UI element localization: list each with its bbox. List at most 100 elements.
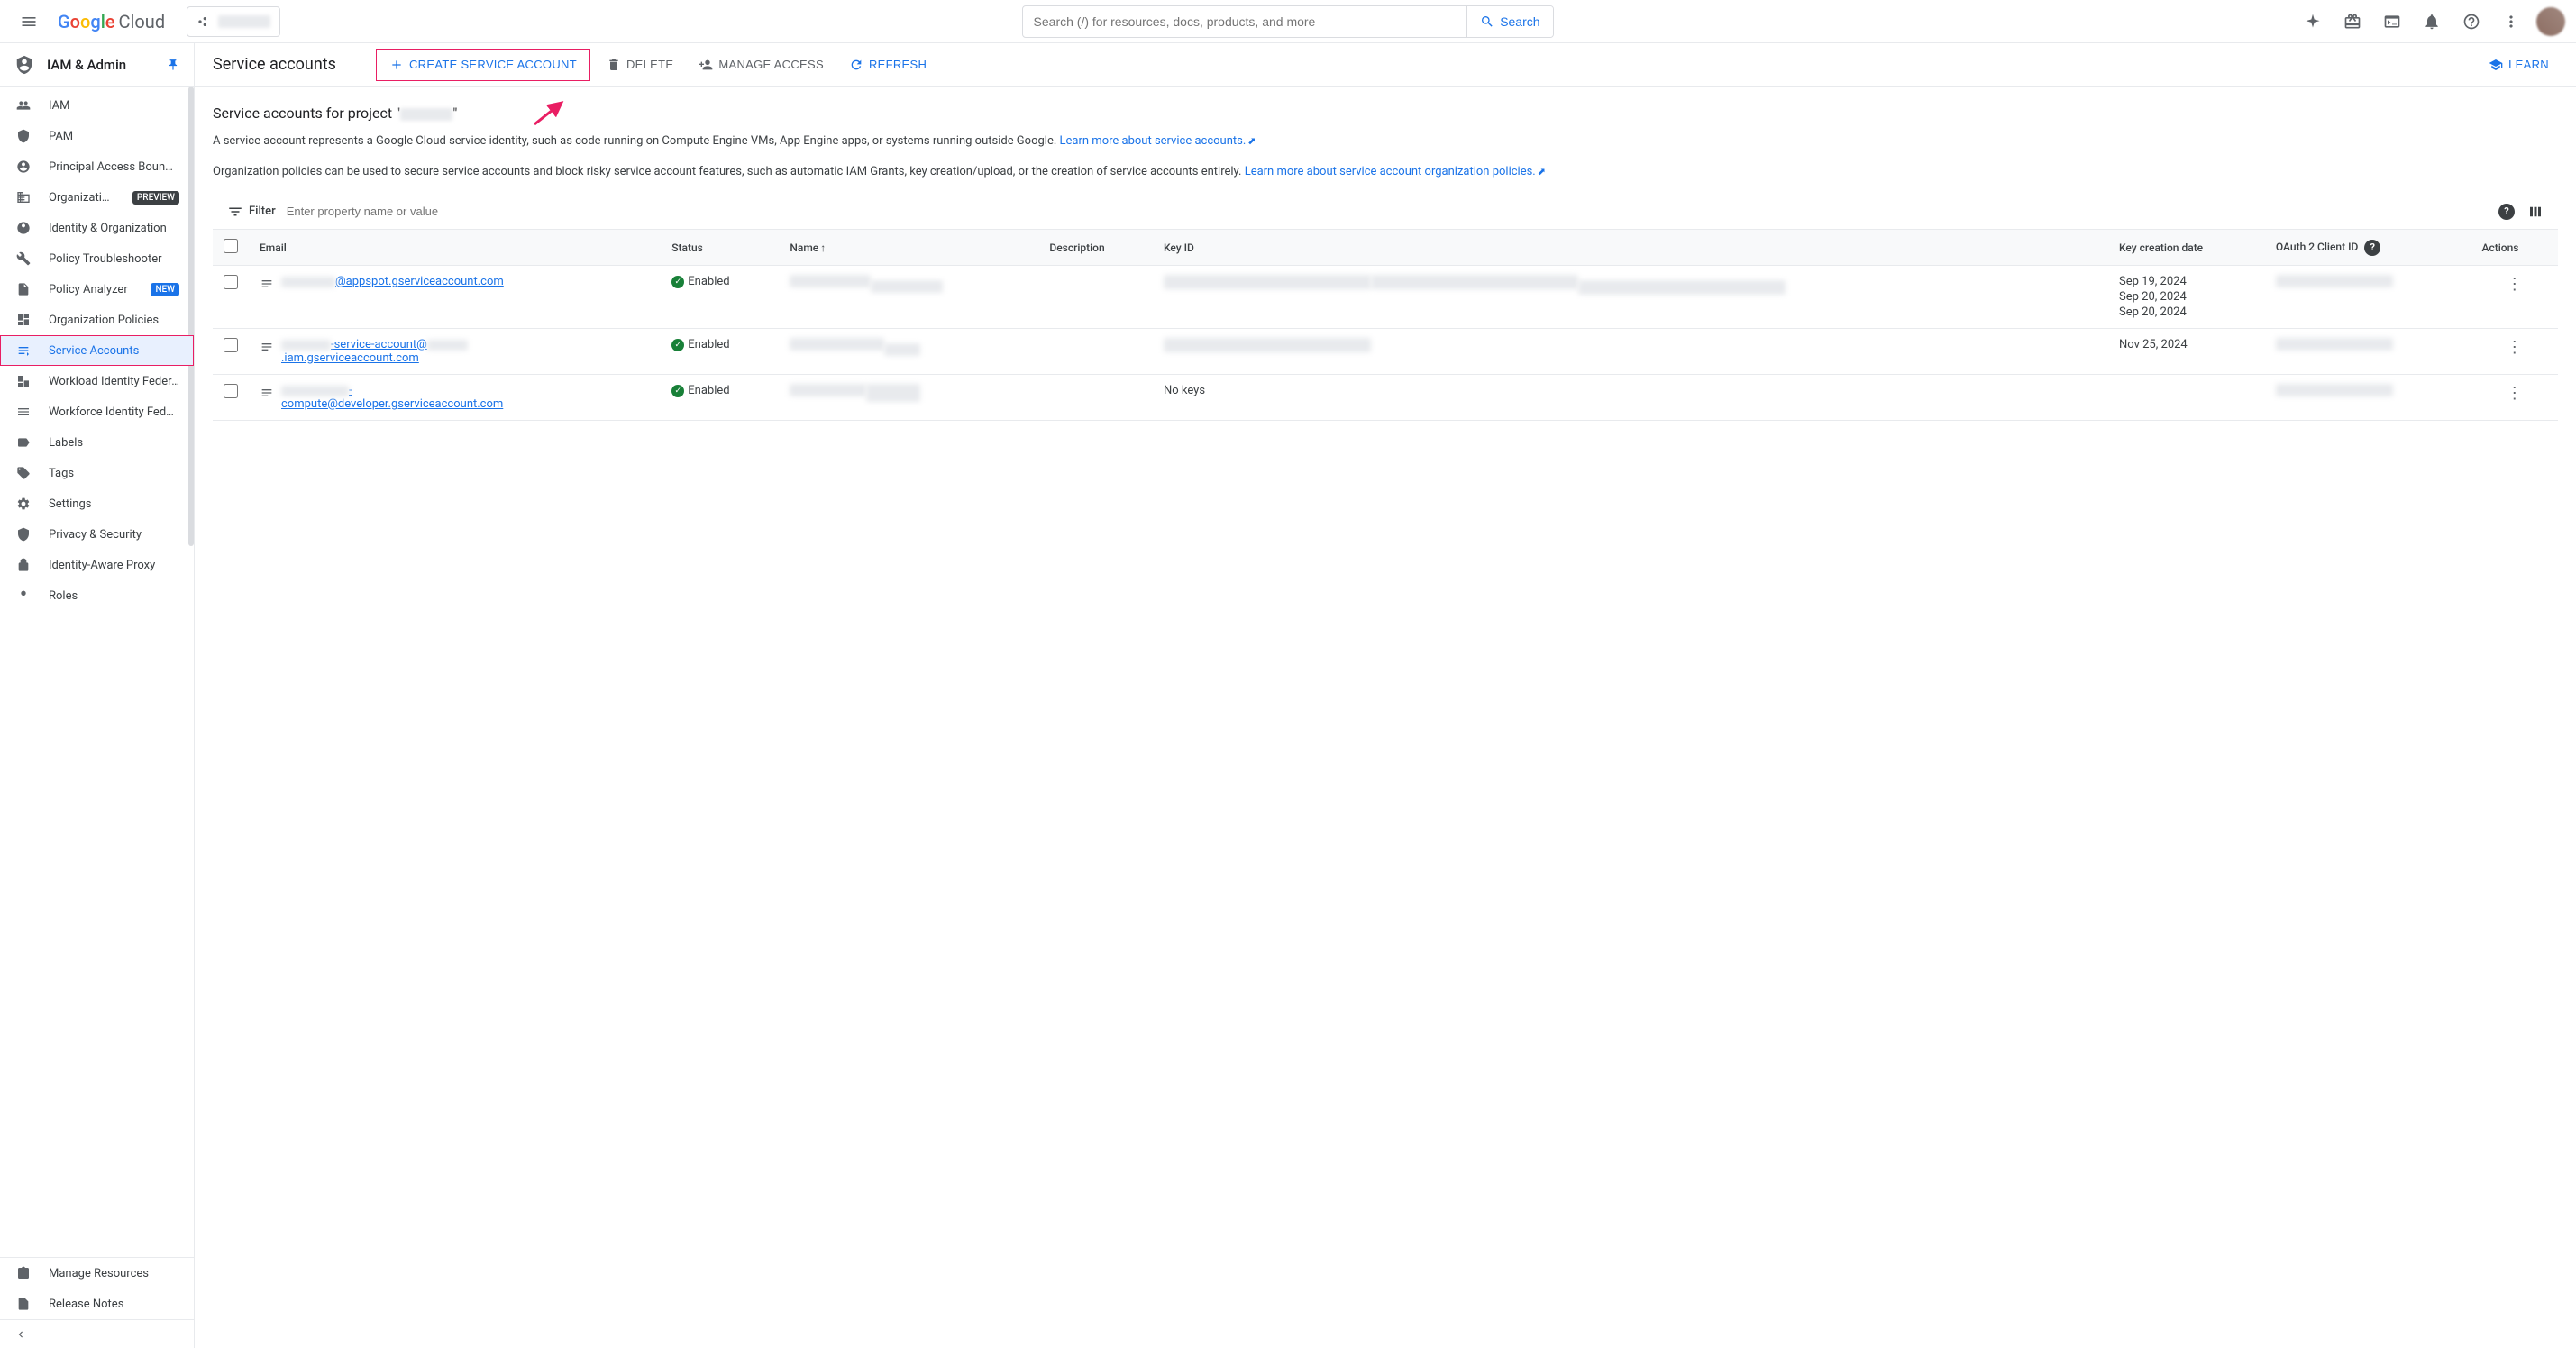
row-actions-button[interactable]: ⋮ — [2471, 375, 2559, 421]
email-link[interactable]: -service-account@.iam.gserviceaccount.co… — [281, 338, 516, 365]
help-icon — [2462, 13, 2480, 31]
search-input[interactable] — [1023, 14, 1467, 29]
menu-button[interactable] — [7, 0, 50, 43]
sidebar-item-orgs[interactable]: OrganizationsPREVIEW — [0, 182, 194, 213]
external-link-icon: ⬈ — [1247, 135, 1256, 147]
sidebar-item-org-policies[interactable]: Organization Policies — [0, 305, 194, 335]
section-heading: Service accounts for project "" — [213, 105, 2558, 122]
terminal-icon — [2383, 13, 2401, 31]
manage-access-button[interactable]: Manage Access — [690, 50, 833, 79]
content-toolbar: Service accounts Create Service Account … — [195, 43, 2576, 87]
filter-label[interactable]: Filter — [227, 204, 276, 220]
columns-icon[interactable] — [2527, 204, 2544, 220]
sidebar-item-service-accounts[interactable]: Service Accounts — [0, 335, 194, 366]
filter-input[interactable] — [287, 205, 2488, 218]
more-vert-icon — [2502, 13, 2520, 31]
row-actions-button[interactable]: ⋮ — [2471, 266, 2559, 329]
col-keyid[interactable]: Key ID — [1153, 230, 2108, 266]
description-1: A service account represents a Google Cl… — [213, 132, 2558, 150]
trash-icon — [607, 58, 621, 72]
refresh-button[interactable]: Refresh — [840, 50, 936, 79]
cloudshell-button[interactable] — [2374, 4, 2410, 40]
gift-button[interactable] — [2334, 4, 2370, 40]
email-link[interactable]: @appspot.gserviceaccount.com — [281, 275, 504, 288]
user-avatar[interactable] — [2536, 7, 2565, 36]
project-icon — [196, 14, 211, 29]
sidebar-item-workload-identity[interactable]: Workload Identity Federation — [0, 366, 194, 396]
page-title: Service accounts — [213, 55, 336, 74]
plus-icon — [389, 58, 404, 72]
sidebar-item-workforce-identity[interactable]: Workforce Identity Federation — [0, 396, 194, 427]
sidebar-header: IAM & Admin — [0, 43, 194, 87]
sidebar-item-release-notes[interactable]: Release Notes — [0, 1289, 194, 1319]
service-account-icon — [260, 277, 274, 291]
learn-more-policy-link[interactable]: Learn more about service account organiz… — [1245, 165, 1546, 178]
table-row[interactable]: -compute@developer.gserviceaccount.com ✓… — [213, 375, 2558, 421]
learn-button[interactable]: Learn — [2480, 50, 2558, 79]
chevron-left-icon — [14, 1328, 27, 1341]
sidebar-item-tags[interactable]: Tags — [0, 458, 194, 488]
iam-section-icon — [14, 55, 34, 75]
sidebar-collapse-button[interactable] — [0, 1319, 194, 1348]
pin-button[interactable] — [167, 59, 179, 71]
preview-badge: PREVIEW — [132, 191, 179, 205]
bell-icon — [2423, 13, 2441, 31]
sidebar-item-privacy[interactable]: Privacy & Security — [0, 519, 194, 550]
search-icon — [1480, 14, 1494, 29]
oauth-help[interactable]: ? — [2364, 240, 2380, 256]
row-checkbox[interactable] — [224, 275, 238, 289]
table-row[interactable]: -service-account@.iam.gserviceaccount.co… — [213, 329, 2558, 375]
new-badge: NEW — [151, 283, 179, 296]
sidebar-item-labels[interactable]: Labels — [0, 427, 194, 458]
project-selector[interactable] — [187, 6, 280, 37]
sidebar-item-analyzer[interactable]: Policy AnalyzerNEW — [0, 274, 194, 305]
sort-asc-icon: ↑ — [820, 241, 826, 254]
col-oauth[interactable]: OAuth 2 Client ID ? — [2265, 230, 2471, 266]
refresh-icon — [849, 58, 863, 72]
create-service-account-button[interactable]: Create Service Account — [376, 49, 590, 81]
col-description[interactable]: Description — [1038, 230, 1153, 266]
delete-button[interactable]: Delete — [598, 50, 682, 79]
col-name[interactable]: Name↑ — [779, 230, 1038, 266]
row-checkbox[interactable] — [224, 384, 238, 398]
sidebar-item-manage-resources[interactable]: Manage Resources — [0, 1258, 194, 1289]
sidebar-item-roles[interactable]: Roles — [0, 580, 194, 611]
table-row[interactable]: @appspot.gserviceaccount.com ✓Enabled Se… — [213, 266, 2558, 329]
sidebar: IAM & Admin IAM PAM Principal Access Bou… — [0, 43, 195, 1348]
sidebar-item-iam[interactable]: IAM — [0, 90, 194, 121]
service-accounts-table: Email Status Name↑ Description Key ID Ke… — [213, 230, 2558, 421]
key-dates: Sep 19, 2024Sep 20, 2024Sep 20, 2024 — [2119, 275, 2254, 319]
col-email[interactable]: Email — [249, 230, 661, 266]
notifications-button[interactable] — [2414, 4, 2450, 40]
col-status[interactable]: Status — [661, 230, 779, 266]
sidebar-item-iap[interactable]: Identity-Aware Proxy — [0, 550, 194, 580]
filter-icon — [227, 204, 243, 220]
sparkle-icon — [2304, 13, 2322, 31]
status-badge: ✓Enabled — [671, 384, 768, 397]
learn-more-sa-link[interactable]: Learn more about service accounts.⬈ — [1060, 134, 1256, 148]
email-link[interactable]: -compute@developer.gserviceaccount.com — [281, 384, 516, 411]
gift-icon — [2343, 13, 2361, 31]
top-header: Google Cloud Search — [0, 0, 2576, 43]
service-account-icon — [260, 386, 274, 400]
gemini-button[interactable] — [2295, 4, 2331, 40]
filter-help-button[interactable]: ? — [2498, 204, 2515, 220]
row-checkbox[interactable] — [224, 338, 238, 352]
sidebar-item-troubleshooter[interactable]: Policy Troubleshooter — [0, 243, 194, 274]
status-badge: ✓Enabled — [671, 275, 768, 288]
col-keydate[interactable]: Key creation date — [2108, 230, 2265, 266]
external-link-icon: ⬈ — [1538, 166, 1546, 178]
help-button[interactable] — [2453, 4, 2489, 40]
graduation-icon — [2489, 58, 2503, 72]
search-button[interactable]: Search — [1466, 6, 1552, 37]
row-actions-button[interactable]: ⋮ — [2471, 329, 2559, 375]
sidebar-item-identity-org[interactable]: Identity & Organization — [0, 213, 194, 243]
google-cloud-logo[interactable]: Google Cloud — [50, 11, 172, 32]
more-button[interactable] — [2493, 4, 2529, 40]
sidebar-item-settings[interactable]: Settings — [0, 488, 194, 519]
select-all-checkbox[interactable] — [224, 239, 238, 253]
sidebar-title: IAM & Admin — [47, 57, 154, 73]
service-account-icon — [260, 340, 274, 354]
sidebar-item-pam[interactable]: PAM — [0, 121, 194, 151]
sidebar-item-pab[interactable]: Principal Access Boundary — [0, 151, 194, 182]
